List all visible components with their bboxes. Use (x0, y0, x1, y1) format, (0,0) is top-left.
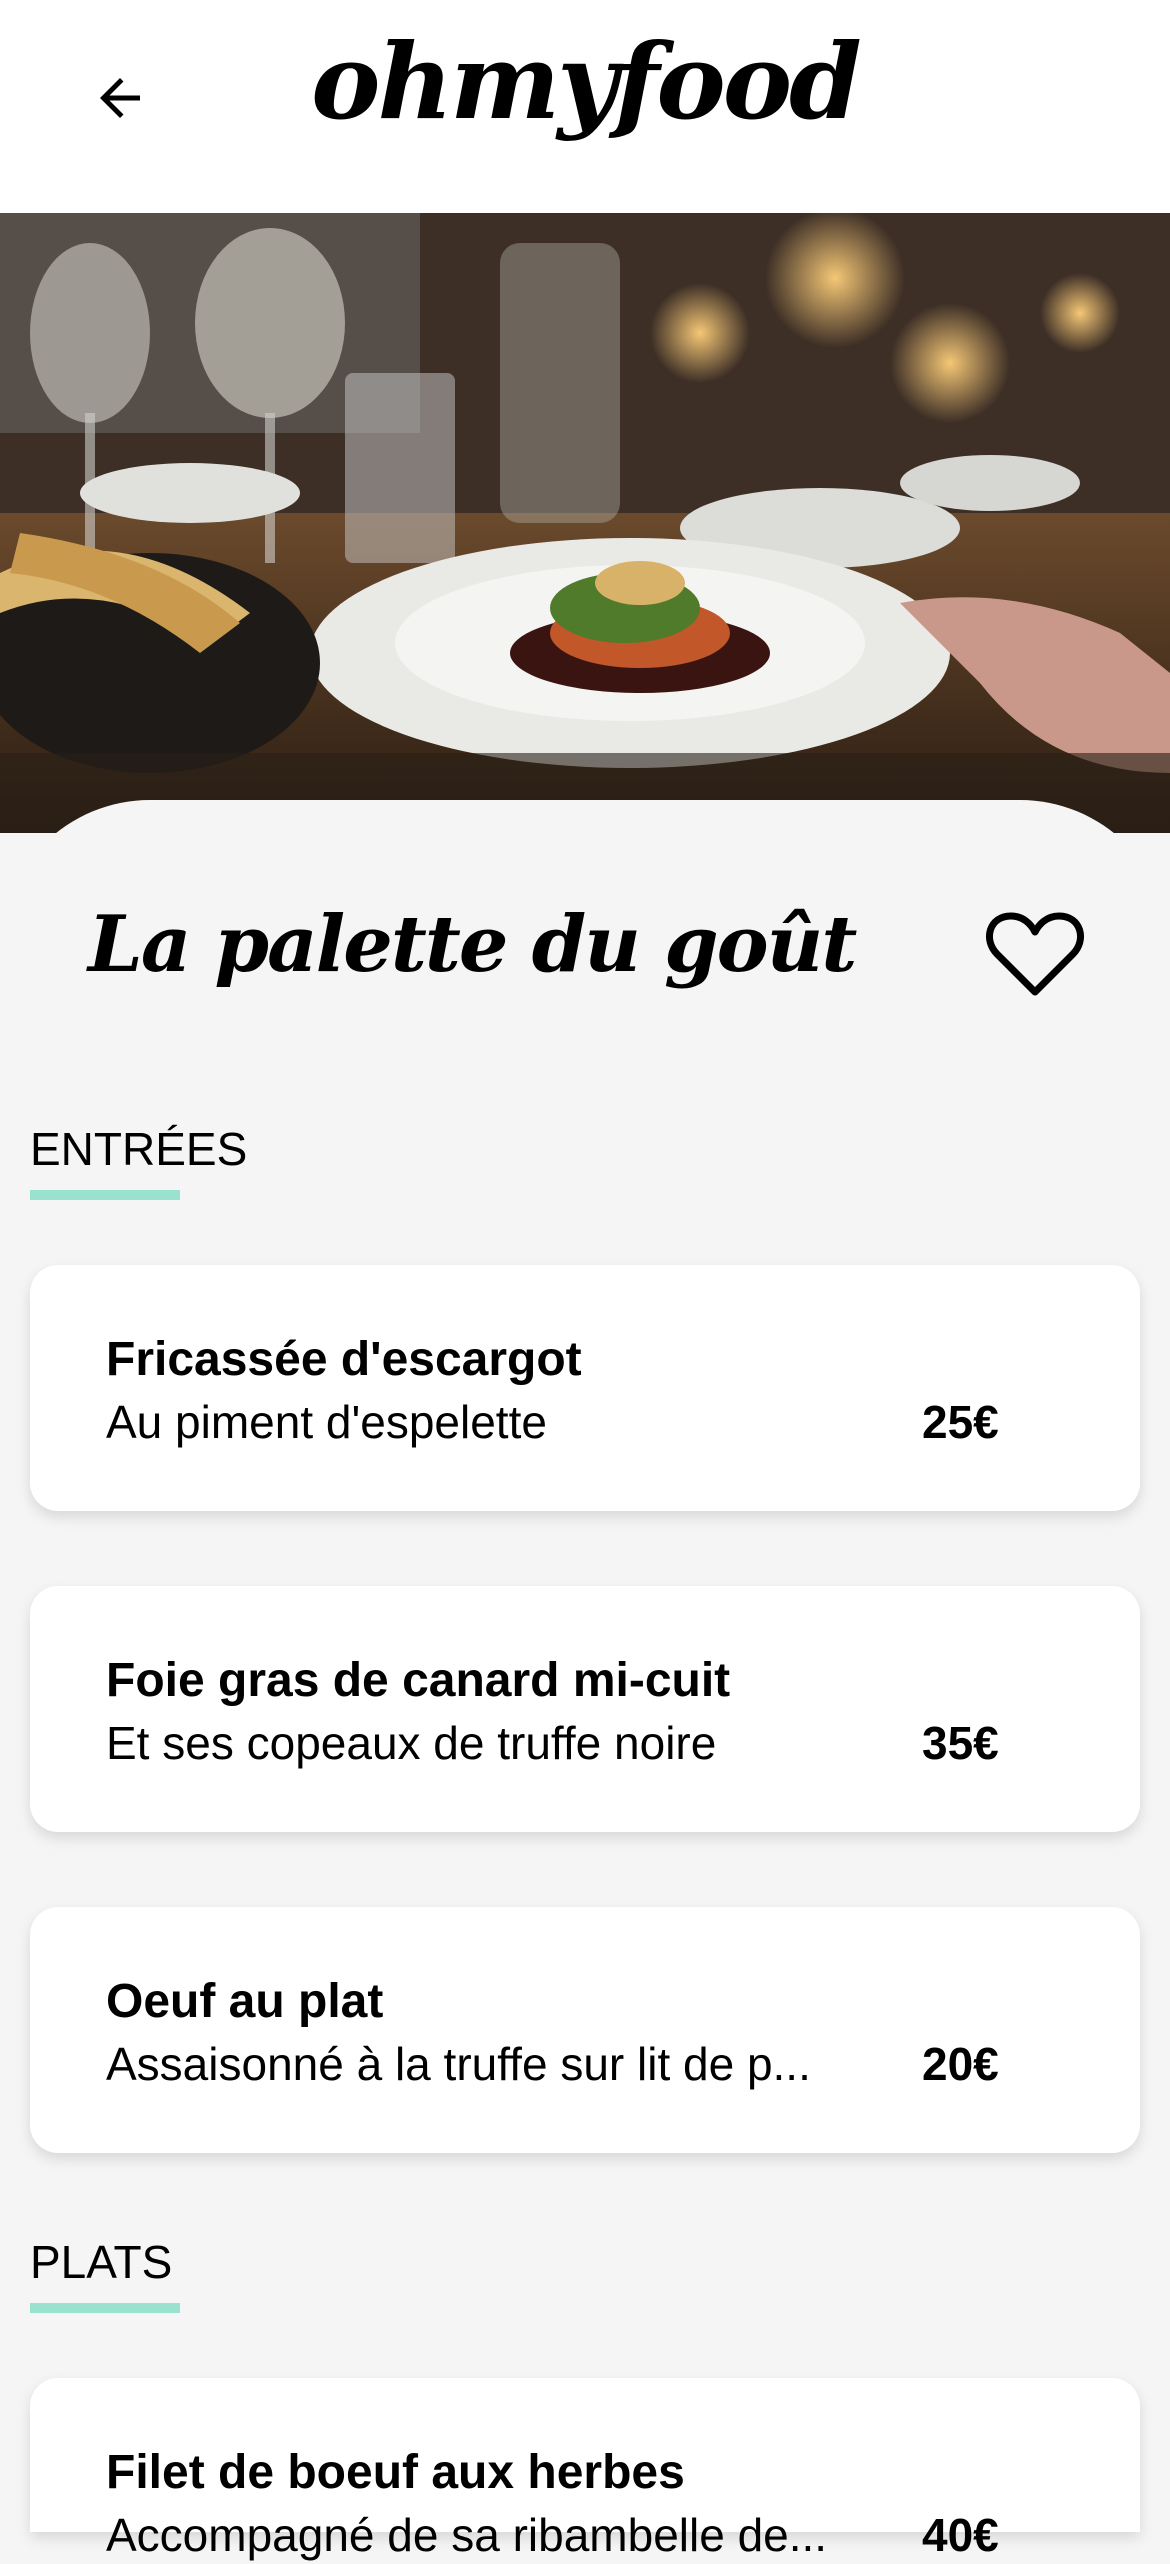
menu-item-description: Et ses copeaux de truffe noire (106, 1717, 717, 1769)
heart-outline-icon (986, 912, 1084, 996)
menu-item-name: Foie gras de canard mi-cuit (106, 1654, 731, 1707)
menu-item-name: Fricassée d'escargot (106, 1333, 582, 1386)
section-title-entrees: ENTRÉES (30, 1123, 248, 1175)
menu-item-name: Oeuf au plat (106, 1975, 384, 2028)
section-underline (30, 1190, 180, 1200)
menu-item-description: Accompagné de sa ribambelle de... (106, 2509, 828, 2561)
section-underline (30, 2303, 180, 2313)
menu-item-price: 25€ (922, 1396, 999, 1448)
menu-item-card[interactable]: Foie gras de canard mi-cuit Et ses copea… (30, 1586, 1140, 1832)
menu-item-price: 35€ (922, 1717, 999, 1769)
menu-item-card[interactable]: Oeuf au plat Assaisonné à la truffe sur … (30, 1907, 1140, 2153)
restaurant-hero-image (0, 213, 1170, 833)
menu-item-description: Assaisonné à la truffe sur lit de p... (106, 2038, 811, 2090)
menu-item-price: 20€ (922, 2038, 999, 2090)
section-title-plats: PLATS (30, 2236, 173, 2288)
menu-item-card[interactable]: Fricassée d'escargot Au piment d'espelet… (30, 1265, 1140, 1511)
menu-item-name: Filet de boeuf aux herbes (106, 2446, 685, 2499)
menu-item-price: 40€ (922, 2509, 999, 2561)
favorite-button[interactable] (985, 908, 1085, 998)
app-header: ohmyfood (0, 0, 1170, 213)
app-logo[interactable]: ohmyfood (0, 22, 1170, 142)
menu-item-card[interactable]: Filet de boeuf aux herbes Accompagné de … (30, 2378, 1140, 2561)
menu-item-description: Au piment d'espelette (106, 1396, 547, 1448)
restaurant-name: La palette du goût (88, 899, 857, 990)
